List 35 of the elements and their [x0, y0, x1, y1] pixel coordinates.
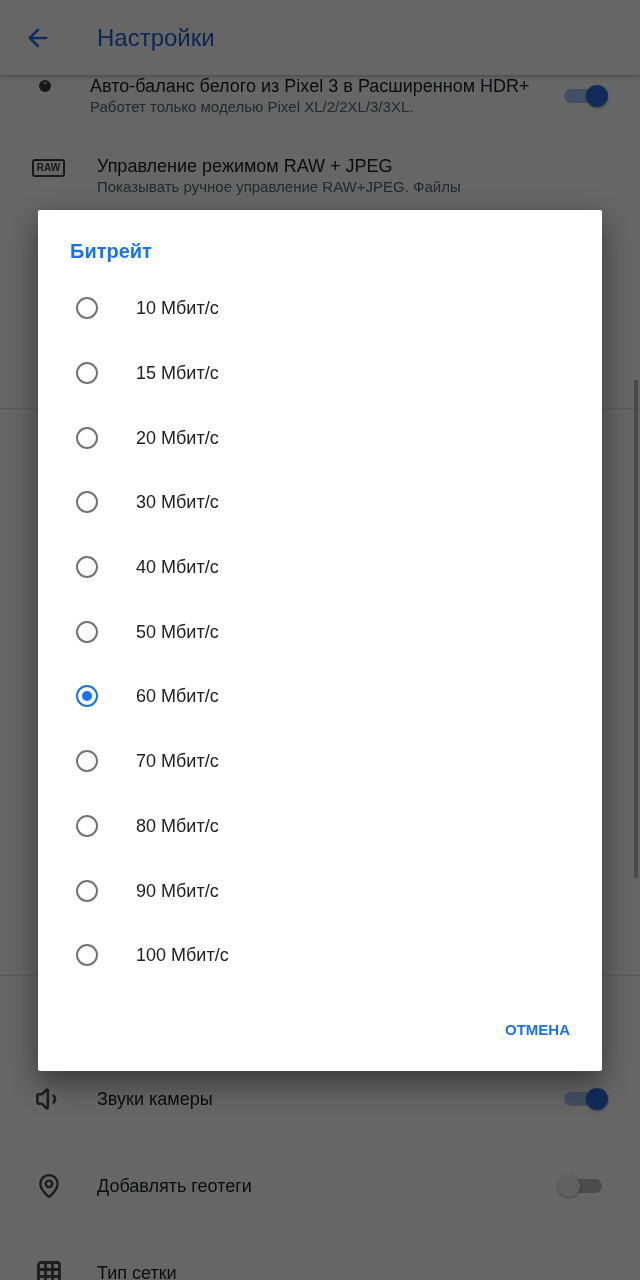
radio-button[interactable]	[76, 426, 98, 449]
radio-button[interactable]	[76, 879, 98, 902]
radio-button[interactable]	[76, 685, 98, 708]
setting-description: Показывать ручное управление RAW+JPEG. Файлы	[97, 177, 461, 197]
option-label: 80 Мбит/с	[136, 814, 219, 837]
dialog-title: Битрейт	[70, 239, 152, 263]
radio-button[interactable]	[76, 362, 98, 385]
option-label: 50 Мбит/с	[136, 620, 219, 643]
grid-icon	[34, 1258, 63, 1280]
raw-format-icon: RAW	[31, 159, 66, 177]
radio-button[interactable]	[76, 750, 98, 773]
circle-icon	[39, 80, 51, 92]
option-label: 60 Мбит/с	[136, 685, 219, 708]
option-label: 30 Мбит/с	[136, 491, 219, 514]
setting-title: Управление режимом RAW + JPEG	[97, 155, 393, 177]
radio-button[interactable]	[76, 814, 98, 837]
cancel-button[interactable]: ОТМЕНА	[497, 1011, 578, 1048]
app-bar-title: Настройки	[97, 23, 215, 52]
option-label: 40 Мбит/с	[136, 556, 219, 579]
radio-button[interactable]	[76, 491, 98, 514]
option-label: 15 Мбит/с	[136, 362, 219, 385]
radio-button[interactable]	[76, 620, 98, 643]
setting-title: Тип сетки	[97, 1261, 177, 1280]
option-label: 100 Мбит/с	[136, 944, 229, 967]
setting-title: Звуки камеры	[97, 1087, 213, 1110]
radio-button[interactable]	[76, 297, 98, 320]
setting-description: Работет только моделью Pixel XL/2/2XL/3/3XL.	[90, 97, 414, 117]
option-label: 20 Мбит/с	[136, 426, 219, 449]
option-label: 90 Мбит/с	[136, 879, 219, 902]
radio-button[interactable]	[76, 944, 98, 967]
setting-title: Авто-баланс белого из Pixel 3 в Расширенном HDR+	[90, 75, 530, 97]
option-label: 70 Мбит/с	[136, 750, 219, 773]
option-label: 10 Мбит/с	[136, 297, 219, 320]
radio-button[interactable]	[76, 556, 98, 579]
setting-title: Добавлять геотеги	[97, 1174, 252, 1197]
